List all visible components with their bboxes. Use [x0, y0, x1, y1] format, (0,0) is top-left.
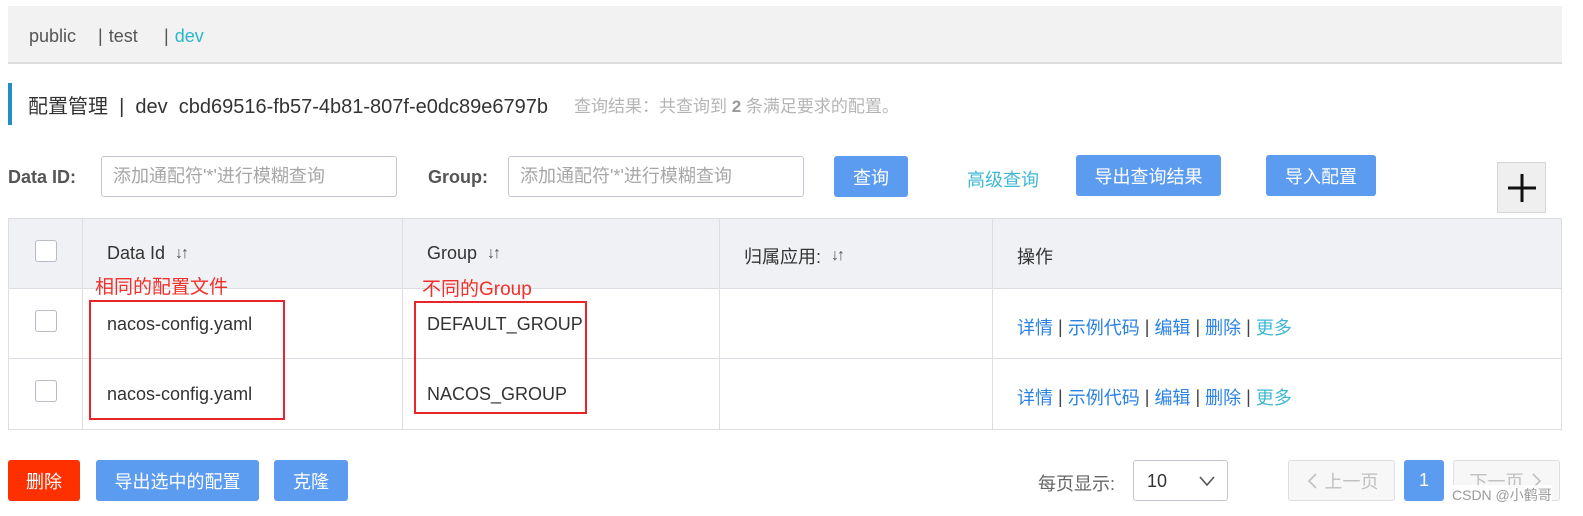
page-size-value: 10	[1147, 471, 1168, 491]
edit-link[interactable]: 编辑	[1154, 314, 1190, 340]
op-separator: |	[1058, 386, 1063, 407]
annotation-box-group	[414, 301, 587, 414]
page-size-select[interactable]: 10	[1133, 460, 1228, 501]
annotation-different-group: 不同的Group	[422, 279, 532, 300]
op-separator: |	[1195, 316, 1201, 337]
sample-code-link[interactable]: 示例代码	[1068, 314, 1140, 340]
namespace-test-label: test	[108, 26, 138, 46]
group-input[interactable]	[508, 156, 804, 197]
row-checkbox[interactable]	[35, 380, 57, 402]
page-title-bar: 配置管理 | dev cbd69516-fb57-4b81-807f-e0dc8…	[8, 83, 899, 125]
prev-page-button[interactable]: 上一页	[1288, 460, 1395, 501]
delete-link[interactable]: 删除	[1205, 384, 1241, 410]
page-title: 配置管理 | dev cbd69516-fb57-4b81-807f-e0dc8…	[28, 95, 548, 118]
namespace-test[interactable]: | test	[98, 26, 138, 47]
namespace-separator: |	[98, 26, 103, 46]
column-divider	[719, 219, 720, 429]
sort-icon[interactable]: ↓↑	[831, 247, 845, 265]
data-id-input[interactable]	[101, 156, 397, 197]
column-header-app[interactable]: 归属应用: ↓↑	[744, 243, 845, 269]
export-query-results-button[interactable]: 导出查询结果	[1076, 155, 1221, 196]
detail-link[interactable]: 详情	[1017, 384, 1053, 410]
query-result-suffix: 条满足要求的配置。	[745, 96, 899, 116]
table-header: Data Id ↓↑ Group ↓↑ 归属应用: ↓↑ 操作	[9, 219, 1561, 289]
namespace-public[interactable]: public	[29, 26, 76, 47]
column-header-ops: 操作	[1017, 243, 1053, 269]
query-result-prefix: 查询结果：共查询到	[573, 96, 727, 116]
export-selected-button[interactable]: 导出选中的配置	[96, 460, 259, 501]
column-header-data-id-label: Data Id	[107, 243, 166, 263]
current-page-button[interactable]: 1	[1404, 460, 1444, 501]
prev-page-label: 上一页	[1324, 471, 1379, 492]
watermark: CSDN @小鹤哥	[1452, 485, 1552, 505]
add-config-button[interactable]	[1497, 162, 1546, 213]
namespace-dev[interactable]: | dev	[164, 26, 204, 47]
advanced-query-link[interactable]: 高级查询	[967, 166, 1039, 192]
edit-link[interactable]: 编辑	[1154, 384, 1190, 410]
column-header-group[interactable]: Group ↓↑	[427, 243, 501, 264]
op-separator: |	[1246, 386, 1251, 407]
query-result-summary: 查询结果：共查询到 2 条满足要求的配置。	[574, 92, 899, 117]
group-label: Group:	[428, 167, 488, 187]
delete-link[interactable]: 删除	[1205, 314, 1241, 340]
sort-icon[interactable]: ↓↑	[175, 245, 189, 263]
query-result-count: 2	[731, 96, 742, 116]
chevron-down-icon	[1199, 476, 1215, 487]
op-separator: |	[1144, 386, 1150, 407]
namespace-separator: |	[164, 26, 169, 46]
namespace-bar: public | test | dev	[8, 6, 1562, 64]
column-header-data-id[interactable]: Data Id ↓↑	[107, 243, 189, 264]
data-id-label: Data ID:	[8, 167, 77, 187]
column-header-group-label: Group	[427, 243, 478, 263]
op-separator: |	[1246, 316, 1251, 337]
column-divider	[402, 219, 403, 429]
column-header-ops-label: 操作	[1017, 247, 1053, 267]
annotation-same-file: 相同的配置文件	[95, 277, 229, 298]
annotation-box-data-id	[89, 300, 285, 420]
column-divider	[82, 219, 83, 429]
row-operations: 详情 | 示例代码 | 编辑 | 删除 | 更多	[1017, 314, 1292, 340]
op-separator: |	[1144, 316, 1150, 337]
import-config-button[interactable]: 导入配置	[1266, 155, 1376, 196]
row-operations: 详情 | 示例代码 | 编辑 | 删除 | 更多	[1017, 384, 1292, 410]
row-checkbox[interactable]	[35, 310, 57, 332]
namespace-dev-label: dev	[174, 26, 204, 46]
column-header-app-label: 归属应用:	[744, 247, 822, 267]
sort-icon[interactable]: ↓↑	[487, 245, 501, 263]
chevron-left-icon	[1307, 472, 1317, 489]
query-button[interactable]: 查询	[834, 156, 908, 197]
clone-button[interactable]: 克隆	[274, 460, 348, 501]
more-link[interactable]: 更多	[1256, 384, 1292, 410]
select-all-checkbox[interactable]	[35, 240, 57, 262]
plus-icon	[1507, 173, 1536, 202]
op-separator: |	[1058, 316, 1063, 337]
page-size-label: 每页显示:	[1038, 474, 1116, 494]
delete-selected-button[interactable]: 删除	[8, 460, 80, 501]
more-link[interactable]: 更多	[1256, 314, 1292, 340]
column-divider	[992, 219, 993, 429]
op-separator: |	[1195, 386, 1201, 407]
detail-link[interactable]: 详情	[1017, 314, 1053, 340]
sample-code-link[interactable]: 示例代码	[1068, 384, 1140, 410]
